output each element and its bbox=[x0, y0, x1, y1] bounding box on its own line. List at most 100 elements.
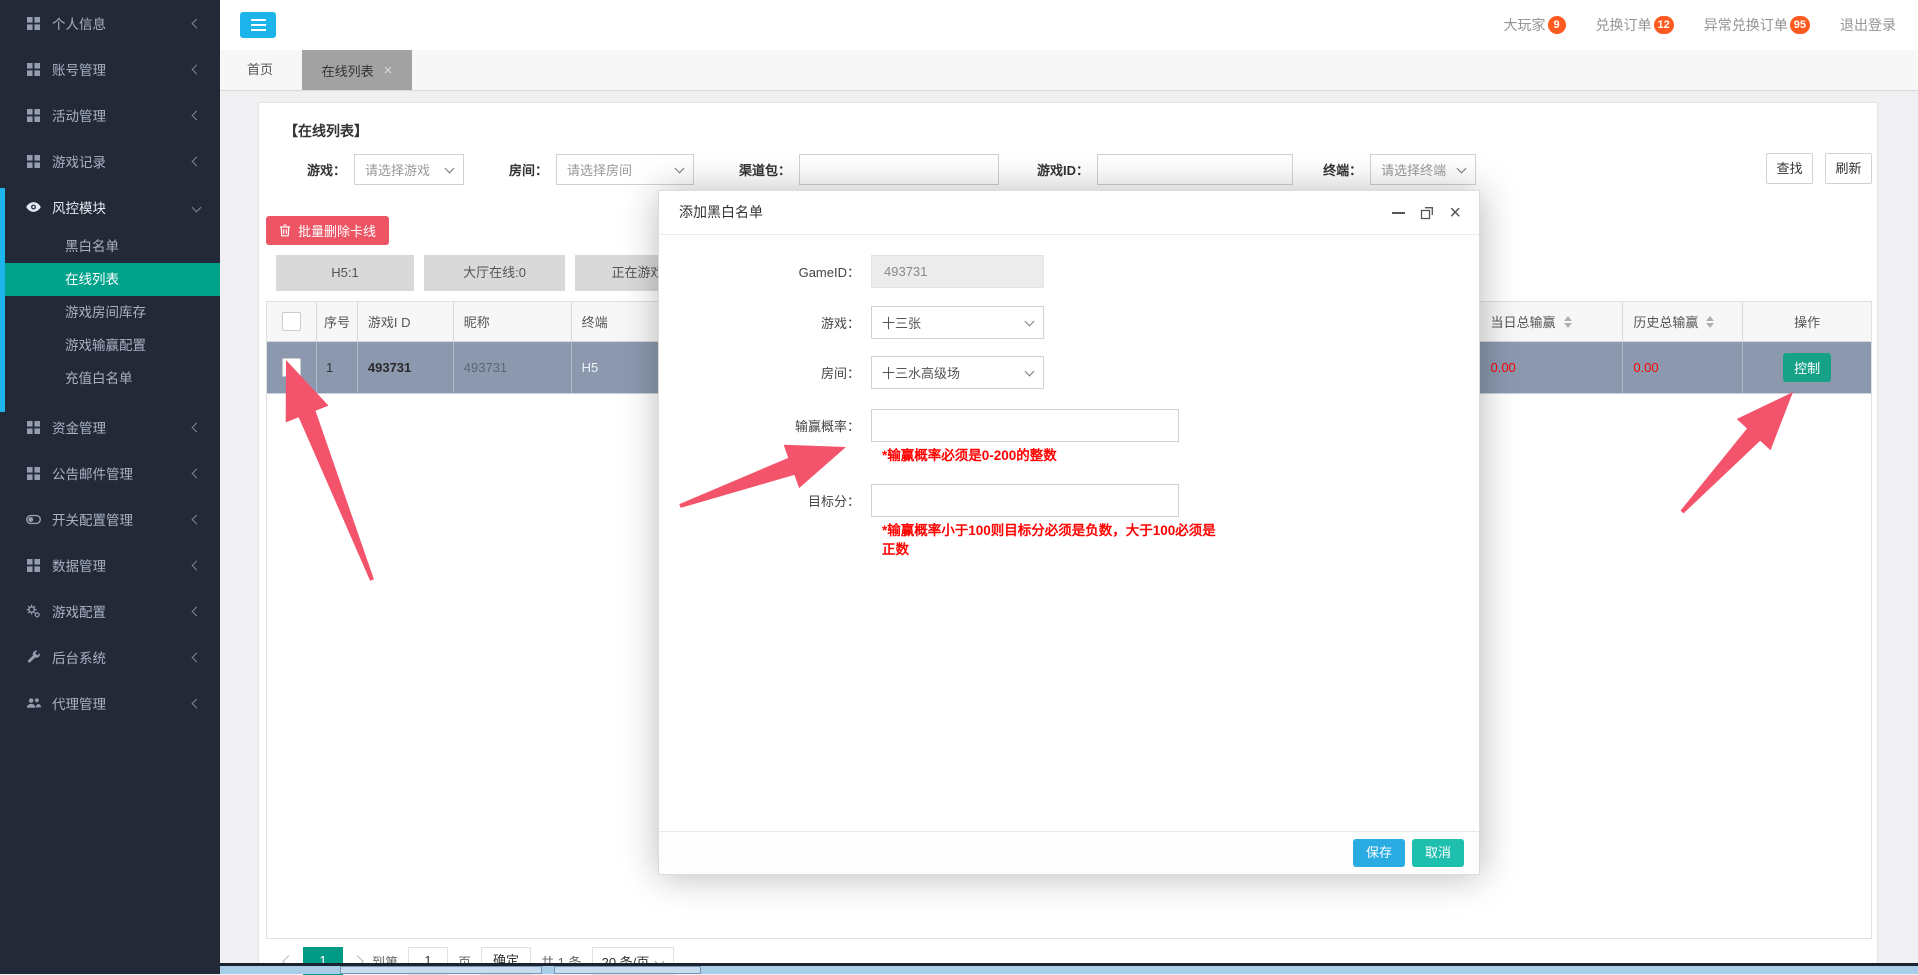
minimize-icon[interactable] bbox=[1392, 212, 1405, 214]
tab-online-list[interactable]: 在线列表 × bbox=[302, 50, 412, 90]
sort-icon[interactable] bbox=[1564, 316, 1572, 328]
sidebar-item-agent-mgmt[interactable]: 代理管理 bbox=[0, 680, 220, 726]
sidebar: 个人信息 账号管理 活动管理 游戏记录 风控模块 黑白名单 在线列表 游戏房间库… bbox=[0, 0, 220, 974]
grid-icon bbox=[26, 109, 41, 122]
modal-window-controls: × bbox=[1392, 191, 1461, 234]
big-player-link[interactable]: 大玩家9 bbox=[1504, 15, 1566, 35]
sidebar-item-game-winloss-config[interactable]: 游戏输赢配置 bbox=[0, 329, 220, 362]
stat-tab-lobby-online[interactable]: 大厅在线:0 bbox=[424, 255, 565, 291]
cancel-button[interactable]: 取消 bbox=[1412, 839, 1464, 867]
abnormal-exchange-orders-badge: 95 bbox=[1790, 16, 1810, 34]
tab-home[interactable]: 首页 bbox=[220, 50, 300, 90]
sidebar-item-online-list[interactable]: 在线列表 bbox=[0, 263, 220, 296]
header-index: 序号 bbox=[317, 302, 358, 341]
sidebar-item-label: 风控模块 bbox=[52, 197, 193, 217]
batch-delete-button[interactable]: 批量删除卡线 bbox=[266, 216, 389, 245]
sidebar-item-game-records[interactable]: 游戏记录 bbox=[0, 138, 220, 184]
wrench-icon bbox=[26, 650, 41, 664]
exchange-orders-link[interactable]: 兑换订单12 bbox=[1596, 15, 1674, 35]
target-score-input[interactable] bbox=[871, 484, 1179, 517]
select-all-checkbox[interactable] bbox=[282, 312, 301, 331]
grid-icon bbox=[26, 155, 41, 168]
save-button[interactable]: 保存 bbox=[1353, 839, 1405, 867]
cogs-icon bbox=[26, 604, 41, 619]
header-history-total[interactable]: 历史总输赢 bbox=[1623, 302, 1743, 341]
modal-game-row: 游戏： 十三张 bbox=[659, 306, 1479, 339]
sidebar-item-funds-mgmt[interactable]: 资金管理 bbox=[0, 404, 220, 450]
add-blacklist-modal: 添加黑白名单 × GameID： 493731 游戏： 十三张 房间： 十三水高… bbox=[658, 190, 1480, 875]
chevron-down-icon bbox=[1025, 366, 1035, 376]
chevron-left-icon bbox=[192, 64, 202, 74]
sidebar-toggle-button[interactable] bbox=[240, 12, 276, 38]
sidebar-item-account-mgmt[interactable]: 账号管理 bbox=[0, 46, 220, 92]
taskbar-edge-blue bbox=[0, 966, 1918, 974]
room-select-value: 请选择房间 bbox=[567, 160, 632, 179]
topbar-links: 大玩家9 兑换订单12 异常兑换订单95 退出登录 bbox=[1504, 0, 1897, 50]
channel-input[interactable] bbox=[799, 154, 999, 185]
header-checkbox-cell bbox=[267, 302, 317, 341]
search-button[interactable]: 查找 bbox=[1766, 153, 1813, 184]
topbar: 大玩家9 兑换订单12 异常兑换订单95 退出登录 bbox=[220, 0, 1918, 50]
sidebar-item-personal-info[interactable]: 个人信息 bbox=[0, 0, 220, 46]
sort-icon[interactable] bbox=[1706, 316, 1714, 328]
room-select[interactable]: 十三水高级场 bbox=[871, 356, 1044, 389]
stat-tabs: H5:1 大厅在线:0 正在游戏人 bbox=[276, 255, 713, 291]
control-button[interactable]: 控制 bbox=[1783, 353, 1831, 382]
game-select[interactable]: 十三张 bbox=[871, 306, 1044, 339]
sidebar-item-game-config[interactable]: 游戏配置 bbox=[0, 588, 220, 634]
sidebar-item-data-mgmt[interactable]: 数据管理 bbox=[0, 542, 220, 588]
sidebar-item-backend-system[interactable]: 后台系统 bbox=[0, 634, 220, 680]
maximize-icon[interactable] bbox=[1420, 206, 1434, 220]
room-select[interactable]: 请选择房间 bbox=[556, 154, 694, 185]
gameid-label: GameID： bbox=[659, 262, 871, 281]
target-score-label: 目标分： bbox=[659, 491, 871, 510]
sidebar-item-risk-control[interactable]: 风控模块 bbox=[0, 184, 220, 230]
chevron-left-icon bbox=[192, 606, 202, 616]
refresh-button[interactable]: 刷新 bbox=[1825, 153, 1872, 184]
sidebar-item-game-room-stock[interactable]: 游戏房间库存 bbox=[0, 296, 220, 329]
row-checkbox[interactable] bbox=[282, 358, 301, 377]
filter-row: 游戏： 请选择游戏 房间： 请选择房间 渠道包： 游戏ID： 终端： 请选择终端 bbox=[307, 153, 1476, 186]
sidebar-item-label: 数据管理 bbox=[52, 555, 193, 575]
terminal-select[interactable]: 请选择终端 bbox=[1370, 154, 1476, 185]
close-icon[interactable]: × bbox=[1449, 206, 1461, 220]
header-today-total[interactable]: 当日总输赢 bbox=[1480, 302, 1623, 341]
trash-icon bbox=[279, 224, 291, 237]
channel-filter-label: 渠道包： bbox=[739, 160, 791, 179]
exchange-orders-label: 兑换订单 bbox=[1596, 17, 1652, 33]
grid-icon bbox=[26, 17, 41, 30]
abnormal-exchange-orders-link[interactable]: 异常兑换订单95 bbox=[1704, 15, 1810, 35]
winloss-prob-input[interactable] bbox=[871, 409, 1179, 442]
chevron-down-icon bbox=[445, 163, 455, 173]
cell-action: 控制 bbox=[1743, 342, 1871, 393]
sidebar-item-mail-notice-mgmt[interactable]: 公告邮件管理 bbox=[0, 450, 220, 496]
modal-footer: 保存 取消 bbox=[659, 831, 1479, 874]
chevron-down-icon bbox=[1025, 316, 1035, 326]
sidebar-item-black-white-list[interactable]: 黑白名单 bbox=[0, 230, 220, 263]
toggle-icon bbox=[26, 514, 41, 525]
grid-icon bbox=[26, 559, 41, 572]
chevron-left-icon bbox=[192, 156, 202, 166]
sidebar-item-label: 活动管理 bbox=[52, 105, 193, 125]
game-select-value: 请选择游戏 bbox=[365, 160, 430, 179]
gameid-filter-label: 游戏ID： bbox=[1037, 160, 1089, 179]
sidebar-item-switch-config-mgmt[interactable]: 开关配置管理 bbox=[0, 496, 220, 542]
close-icon[interactable]: × bbox=[384, 62, 393, 79]
room-select-value: 十三水高级场 bbox=[882, 363, 960, 382]
modal-target-row: 目标分： bbox=[659, 484, 1479, 517]
batch-delete-label: 批量删除卡线 bbox=[298, 221, 376, 240]
gameid-input[interactable] bbox=[1097, 154, 1293, 185]
logout-link[interactable]: 退出登录 bbox=[1840, 15, 1896, 35]
row-checkbox-cell bbox=[267, 342, 317, 393]
sidebar-item-activity-mgmt[interactable]: 活动管理 bbox=[0, 92, 220, 138]
chevron-left-icon bbox=[192, 110, 202, 120]
grid-icon bbox=[26, 467, 41, 480]
terminal-filter-label: 终端： bbox=[1323, 160, 1362, 179]
sidebar-item-label: 代理管理 bbox=[52, 693, 193, 713]
cell-history-total: 0.00 bbox=[1623, 342, 1743, 393]
page-title: 【在线列表】 bbox=[284, 121, 368, 141]
chevron-left-icon bbox=[192, 514, 202, 524]
stat-tab-h5[interactable]: H5:1 bbox=[276, 255, 414, 291]
game-select[interactable]: 请选择游戏 bbox=[354, 154, 464, 185]
sidebar-item-recharge-whitelist[interactable]: 充值白名单 bbox=[0, 362, 220, 395]
